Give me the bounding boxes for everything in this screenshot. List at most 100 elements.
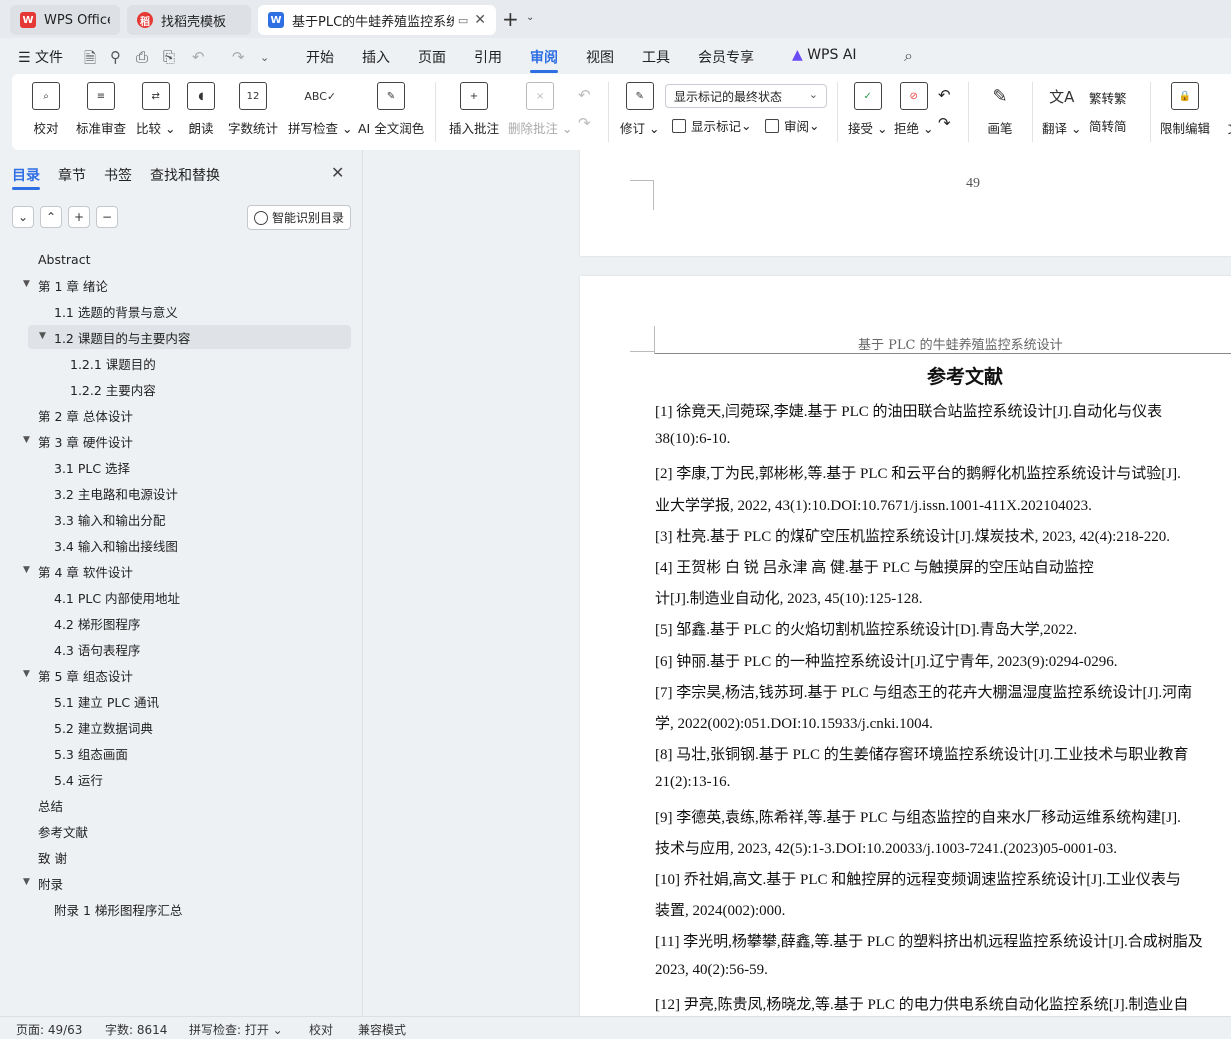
toc-item[interactable]: 1.2.2 主要内容 [70,377,156,401]
expand-toggle-icon[interactable]: ▼ [23,279,30,289]
translate-button[interactable]: 文A 翻译 ⌄ [1042,82,1081,137]
monitor-icon[interactable]: ▭ [458,14,468,27]
nav-tab-chapters[interactable]: 章节 [58,165,86,185]
toc-item[interactable]: 参考文献 [38,819,88,843]
quick-access-dropdown-icon[interactable]: ⌄ [260,51,269,64]
nav-tab-find-replace[interactable]: 查找和替换 [150,165,220,185]
toc-item[interactable]: 5.4 运行 [54,767,103,791]
toc-item[interactable]: 1.2.1 课题目的 [70,351,156,375]
toc-item[interactable]: 附录 1 梯形图程序汇总 [54,897,182,921]
toc-item[interactable]: 3.4 输入和输出接线图 [54,533,178,557]
menu-page[interactable]: 页面 [418,47,446,67]
read-aloud-button[interactable]: ◖ 朗读 [187,82,215,137]
insert-comment-button[interactable]: + 插入批注 [449,82,499,137]
word-count-indicator[interactable]: 字数: 8614 [105,1021,167,1038]
expand-toggle-icon[interactable]: ▼ [23,435,30,445]
expand-all-button[interactable]: ⌄ [12,206,34,228]
expand-toggle-icon[interactable]: ▼ [23,669,30,679]
print-icon[interactable]: ⎙ [136,48,148,66]
toc-item[interactable]: 总结 [38,793,63,817]
collapse-all-button[interactable]: ⌃ [40,206,62,228]
print-preview-icon[interactable]: ⎘ [163,48,175,66]
toc-item[interactable]: 第 1 章 绪论 [38,273,108,297]
spell-check-button[interactable]: ABC✓ 拼写检查 ⌄ [288,82,352,137]
document-compare-button[interactable]: 文 [1220,82,1231,137]
page-indicator[interactable]: 页面: 49/63 [16,1021,82,1038]
simplified-icon: 简 [1089,119,1102,134]
menu-file[interactable]: ☰ 文件 [18,47,63,67]
menu-member[interactable]: 会员专享 [698,47,754,67]
toc-item[interactable]: 4.2 梯形图程序 [54,611,140,635]
search-icon[interactable]: ⌕ [904,46,913,66]
reject-button[interactable]: ⊘ 拒绝 ⌄ [894,82,933,137]
toc-item[interactable]: 5.2 建立数据词典 [54,715,153,739]
toc-item[interactable]: 4.1 PLC 内部使用地址 [54,585,180,609]
spell-check-status[interactable]: 拼写检查: 打开 ⌄ [189,1021,283,1038]
toc-item[interactable]: 致 谢 [38,845,67,869]
save-icon[interactable]: 🗎 [84,48,96,73]
redo-icon[interactable]: ↷ [232,48,245,66]
toc-item[interactable]: 第 2 章 总体设计 [38,403,133,427]
display-mode-select[interactable]: 显示标记的最终状态 ⌄ [665,84,827,108]
show-markup-button[interactable]: 显示标记 ⌄ [672,116,752,135]
remove-heading-button[interactable]: − [96,206,118,228]
magic-wand-icon: ✎ [377,82,406,110]
toc-item[interactable]: 3.3 输入和输出分配 [54,507,165,531]
menu-wps-ai[interactable]: ▲ WPS AI [792,47,857,63]
expand-toggle-icon[interactable]: ▼ [23,877,30,887]
menu-reference[interactable]: 引用 [474,47,502,67]
proofread-button[interactable]: ⌕ 校对 [32,82,60,137]
link-icon[interactable]: ⚲ [110,48,121,66]
toc-item[interactable]: 5.1 建立 PLC 通讯 [54,689,159,713]
document-canvas[interactable]: 49 基于 PLC 的牛蛙养殖监控系统设计 参考文献 [1] 徐竟天,闫菀琛,李… [364,150,1231,1016]
toc-item[interactable]: 3.1 PLC 选择 [54,455,130,479]
revise-button[interactable]: ✎ 修订 ⌄ [620,82,659,137]
toc-item[interactable]: 1.1 选题的背景与意义 [54,299,178,323]
close-tab-icon[interactable]: ✕ [474,12,486,28]
chevron-down-icon[interactable]: ⌄ [526,12,534,23]
menu-start[interactable]: 开始 [306,47,334,67]
menu-tools[interactable]: 工具 [642,47,670,67]
toc-item[interactable]: 5.3 组态画面 [54,741,128,765]
reference-line: [1] 徐竟天,闫菀琛,李婕.基于 PLC 的油田联合站监控系统设计[J].自动… [655,404,1163,420]
toc-item[interactable]: 1.2 课题目的与主要内容 [28,325,351,349]
restrict-edit-button[interactable]: 🔒 限制编辑 [1160,82,1210,137]
prev-change-icon[interactable]: ↶ [938,86,951,104]
nav-tab-bookmarks[interactable]: 书签 [104,165,132,185]
tab-wps-office[interactable]: W WPS Office [10,5,120,35]
smart-toc-button[interactable]: 智能识别目录 [247,205,351,230]
add-heading-button[interactable]: + [68,206,90,228]
toc-item[interactable]: 附录 [38,871,63,895]
toc-item[interactable]: 第 3 章 硬件设计 [38,429,133,453]
tab-document[interactable]: W 基于PLC的牛蛙养殖监控系统设 ▭ ✕ [258,5,496,35]
proofread-status[interactable]: 校对 [309,1021,333,1038]
toc-item[interactable]: 第 4 章 软件设计 [38,559,133,583]
review-pane-button[interactable]: 审阅 ⌄ [765,116,820,135]
word-count-button[interactable]: 12 字数统计 [228,82,278,137]
ai-polish-button[interactable]: ✎ AI 全文润色 [358,82,424,137]
menu-view[interactable]: 视图 [586,47,614,67]
menu-insert[interactable]: 插入 [362,47,390,67]
menu-review[interactable]: 审阅 [530,47,558,67]
compare-button[interactable]: ⇄ 比较 ⌄ [136,82,175,137]
next-comment-icon[interactable]: ↷ [578,114,591,132]
standard-review-button[interactable]: ≡ 标准审查 [76,82,126,137]
toc-item[interactable]: Abstract [38,247,90,271]
toc-item[interactable]: 3.2 主电路和电源设计 [54,481,178,505]
tab-template[interactable]: 稻 找稻壳模板 [127,5,251,35]
undo-icon[interactable]: ↶ [192,48,205,66]
to-traditional-button[interactable]: 繁 转繁 [1089,88,1127,107]
toc-item[interactable]: 4.3 语句表程序 [54,637,140,661]
pen-button[interactable]: ✎ 画笔 [986,82,1014,137]
delete-comment-button[interactable]: × 删除批注 ⌄ [508,82,572,137]
expand-toggle-icon[interactable]: ▼ [39,331,46,341]
toc-item[interactable]: 第 5 章 组态设计 [38,663,133,687]
next-change-icon[interactable]: ↷ [938,114,951,132]
close-icon[interactable]: ✕ [331,163,344,182]
expand-toggle-icon[interactable]: ▼ [23,565,30,575]
accept-button[interactable]: ✓ 接受 ⌄ [848,82,887,137]
nav-tab-toc[interactable]: 目录 [12,165,40,185]
to-simplified-button[interactable]: 简 转简 [1089,116,1127,135]
new-tab-button[interactable]: + [502,9,519,29]
prev-comment-icon[interactable]: ↶ [578,86,591,104]
